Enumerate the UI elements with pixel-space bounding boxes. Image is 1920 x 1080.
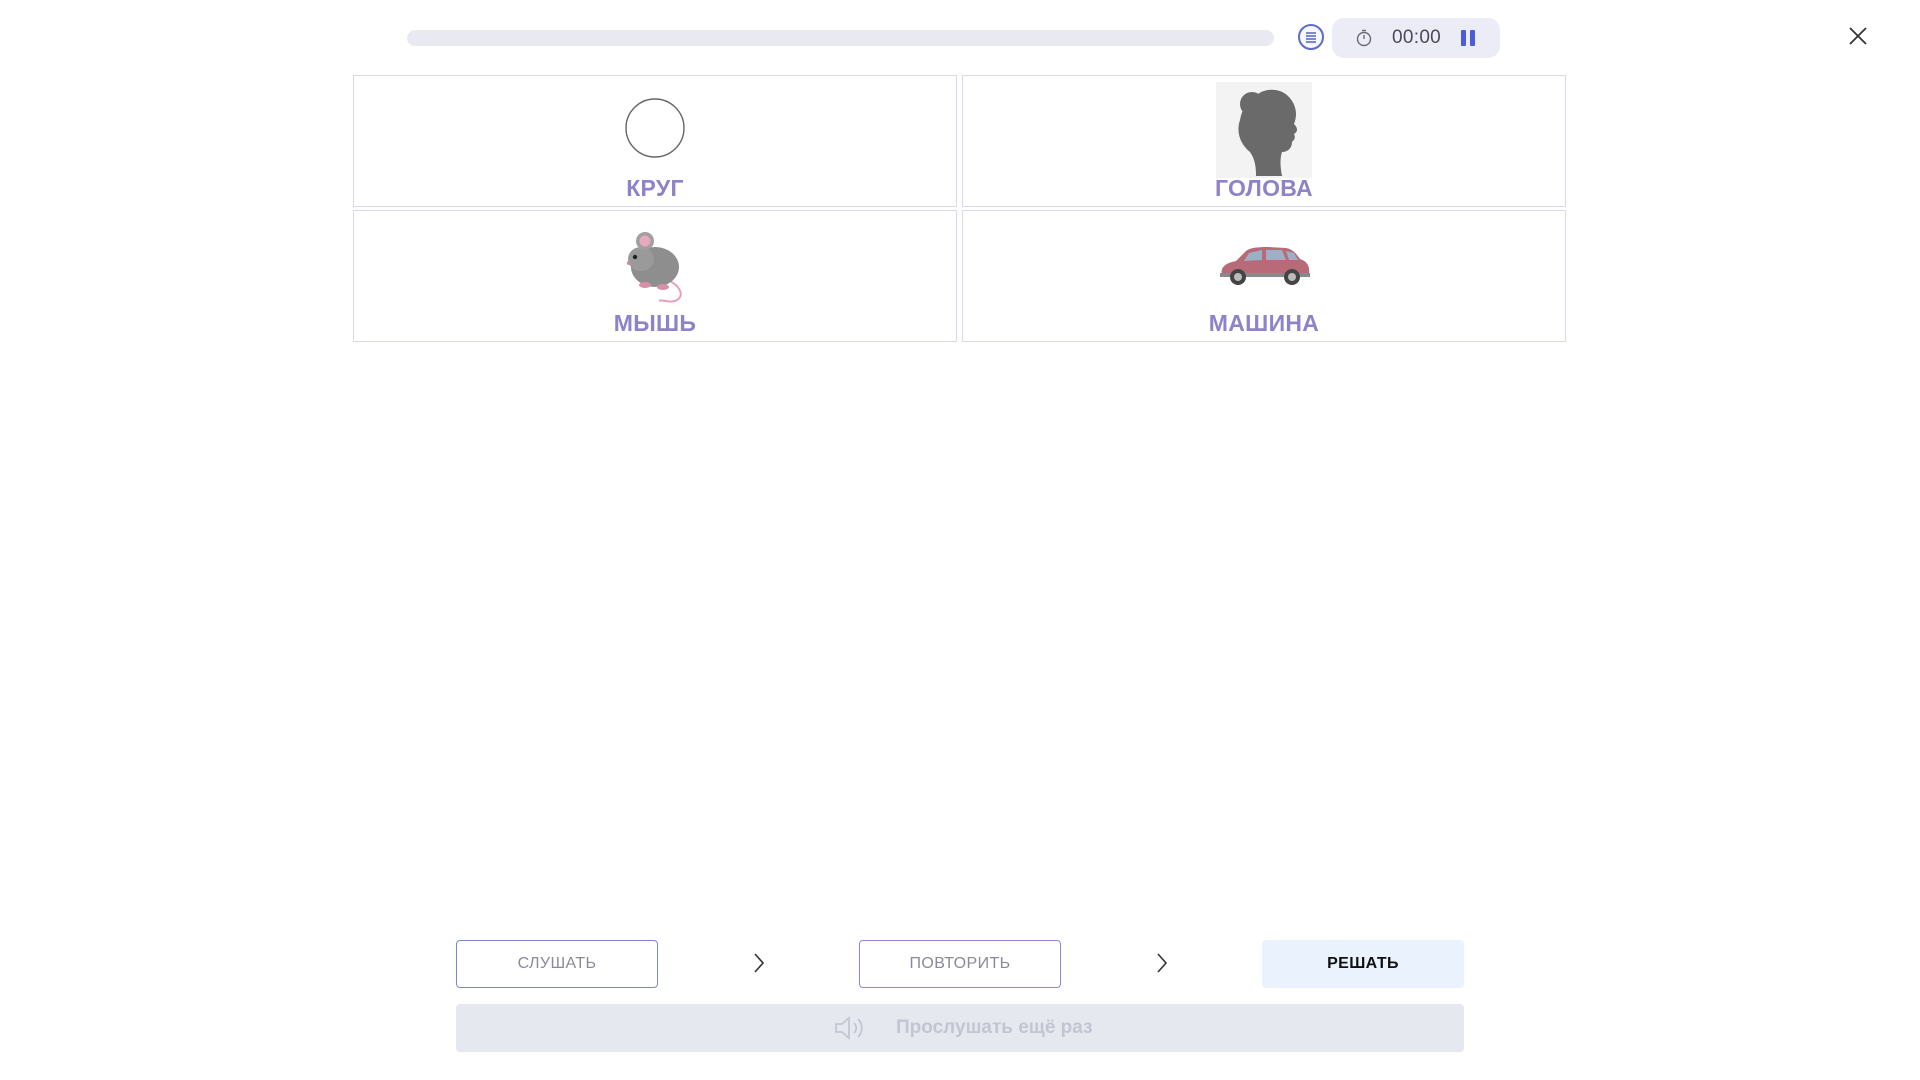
card-label: КРУГ	[626, 175, 684, 201]
listen-again-button[interactable]: Прослушать ещё раз	[456, 1004, 1464, 1052]
chevron-right-icon	[754, 953, 765, 973]
chevron-right-icon	[1157, 953, 1168, 973]
repeat-button[interactable]: ПОВТОРИТЬ	[859, 940, 1061, 988]
timer-value: 00:00	[1392, 27, 1442, 48]
card-label: МАШИНА	[1208, 310, 1320, 336]
car-picture	[1220, 247, 1310, 285]
speaker-icon	[835, 1016, 863, 1040]
head-silhouette-picture	[1216, 82, 1312, 178]
pause-icon[interactable]	[1459, 29, 1477, 47]
timer-panel: 00:00	[1332, 18, 1500, 58]
card-label: ГОЛОВА	[1215, 175, 1313, 201]
list-icon	[1306, 32, 1316, 43]
close-icon[interactable]	[1847, 25, 1869, 47]
listen-button[interactable]: СЛУШАТЬ	[456, 940, 658, 988]
answer-card-circle[interactable]: КРУГ	[353, 75, 957, 207]
progress-bar	[407, 30, 1274, 46]
answer-card-head[interactable]: ГОЛОВА	[962, 75, 1566, 207]
stopwatch-icon	[1356, 29, 1372, 47]
answer-card-mouse[interactable]: МЫШЬ	[353, 210, 957, 342]
mouse-picture	[627, 232, 682, 303]
circle-picture	[625, 98, 685, 158]
card-label: МЫШЬ	[613, 310, 697, 336]
task-list-button[interactable]	[1298, 24, 1324, 50]
listen-again-label: Прослушать ещё раз	[896, 1017, 1093, 1038]
answer-card-car[interactable]: МАШИНА	[962, 210, 1566, 342]
solve-button[interactable]: РЕШАТЬ	[1262, 940, 1464, 988]
